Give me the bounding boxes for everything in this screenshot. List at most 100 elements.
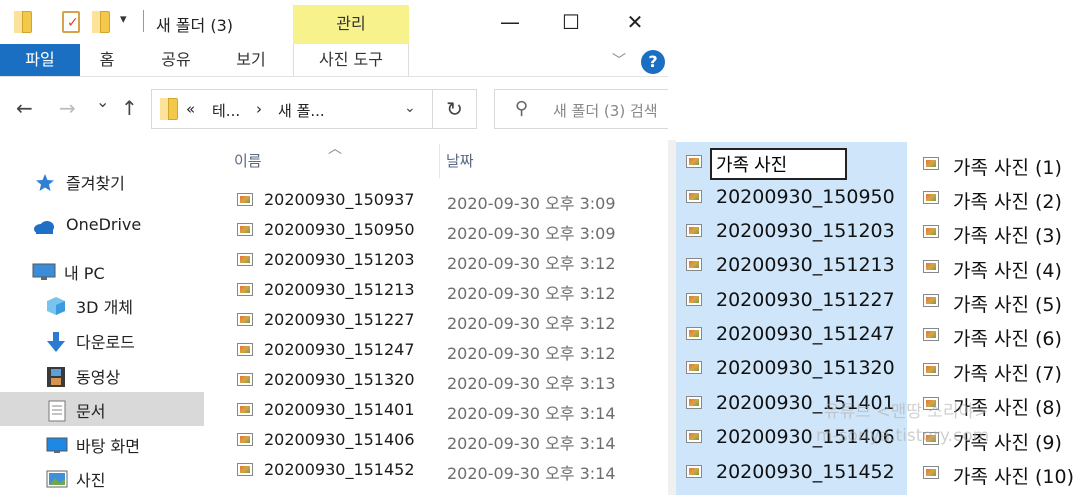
file-name: 20200930_150950 [716, 186, 895, 208]
file-date: 2020-09-30 오후 3:12 [447, 284, 616, 303]
close-button[interactable]: ✕ [605, 0, 665, 44]
renamed-file-row[interactable]: 가족 사진 (1) [907, 146, 1087, 180]
image-file-icon [923, 157, 939, 170]
rename-input[interactable] [710, 148, 847, 180]
file-name: 20200930_151247 [716, 323, 895, 345]
file-explorer-window: ✓ ▾ 새 폴더 (3) 관리 — ☐ ✕ 파일 홈 공유 보기 사진 도구 ﹀… [0, 0, 668, 495]
maximize-button[interactable]: ☐ [541, 0, 601, 44]
sidebar-item-quick-access[interactable]: 즐겨찾기 [0, 164, 204, 198]
column-header-name[interactable]: 이름 [234, 150, 262, 171]
file-name: 20200930_151203 [264, 250, 415, 269]
manage-tab[interactable]: 관리 [293, 5, 409, 44]
quick-access-dropdown[interactable]: ▾ [120, 12, 127, 27]
image-file-icon [686, 155, 702, 168]
image-file-icon [686, 224, 702, 237]
search-placeholder: 새 폴더 (3) 검색 [553, 102, 658, 120]
address-dropdown-icon[interactable]: ⌄ [404, 100, 416, 116]
document-icon [48, 400, 70, 422]
sort-ascending-icon: ︿ [328, 141, 342, 157]
back-button[interactable]: ← [16, 96, 33, 120]
selected-file-row[interactable]: 20200930_151247 [676, 316, 907, 350]
file-name: 가족 사진 (10) [953, 466, 1075, 488]
file-row[interactable]: 20200930_151227 2020-09-30 오후 3:12 [206, 305, 668, 335]
column-divider[interactable] [439, 144, 440, 178]
search-box[interactable]: ⚲ 새 폴더 (3) 검색 [494, 89, 668, 129]
column-header-date[interactable]: 날짜 [446, 150, 474, 171]
forward-button[interactable]: → [59, 96, 76, 120]
pictures-icon [46, 469, 68, 489]
tab-home[interactable]: 홈 [88, 44, 126, 76]
image-file-icon [237, 283, 253, 296]
selected-file-row[interactable] [676, 144, 907, 180]
file-row[interactable]: 20200930_151213 2020-09-30 오후 3:12 [206, 275, 668, 305]
tab-picture-tools[interactable]: 사진 도구 [293, 44, 409, 76]
ribbon-expand-icon[interactable]: ﹀ [612, 50, 626, 70]
file-row[interactable]: 20200930_151203 2020-09-30 오후 3:12 [206, 245, 668, 275]
sidebar-item-desktop[interactable]: 바탕 화면 [0, 427, 204, 461]
file-name: 가족 사진 (2) [953, 191, 1062, 213]
file-name: 가족 사진 (5) [953, 294, 1062, 316]
properties-icon[interactable]: ✓ [62, 11, 80, 33]
watermark: 유튜브 <맨땅 소리야> m-soriya.tistory.com [776, 400, 1076, 448]
file-date: 2020-09-30 오후 3:12 [447, 254, 616, 273]
file-row[interactable]: 20200930_150937 2020-09-30 오후 3:09 [206, 185, 668, 215]
selected-file-row[interactable]: 20200930_151452 [676, 454, 907, 488]
file-date: 2020-09-30 오후 3:12 [447, 314, 616, 333]
renamed-file-row[interactable]: 가족 사진 (6) [907, 317, 1087, 351]
file-row[interactable]: 20200930_151247 2020-09-30 오후 3:12 [206, 335, 668, 365]
breadcrumb-part1[interactable]: 테... [212, 100, 240, 121]
tab-file[interactable]: 파일 [0, 44, 80, 76]
help-icon[interactable]: ? [641, 50, 665, 74]
sidebar-item-onedrive[interactable]: OneDrive [0, 209, 204, 243]
recent-locations-button[interactable]: ⌄ [96, 92, 109, 111]
renamed-file-row[interactable]: 가족 사진 (7) [907, 352, 1087, 386]
file-date: 2020-09-30 오후 3:12 [447, 344, 616, 363]
sidebar-item-this-pc[interactable]: 내 PC [0, 254, 204, 288]
file-row[interactable]: 20200930_151452 2020-09-30 오후 3:14 [206, 455, 668, 485]
tab-share[interactable]: 공유 [152, 44, 200, 76]
renamed-file-row[interactable]: 가족 사진 (3) [907, 214, 1087, 248]
up-button[interactable]: ↑ [121, 96, 138, 120]
sidebar-item-pictures[interactable]: 사진 [0, 461, 204, 495]
breadcrumb-part2[interactable]: 새 폴... [278, 100, 325, 121]
navigation-bar: ← → ⌄ ↑ « 테... › 새 폴... ⌄ ↻ ⚲ 새 폴더 (3) 검… [0, 78, 668, 140]
selected-file-row[interactable]: 20200930_151213 [676, 247, 907, 281]
folder-icon[interactable] [14, 11, 32, 33]
film-icon [46, 366, 68, 387]
file-name: 20200930_150937 [264, 190, 415, 209]
refresh-button[interactable]: ↻ [433, 89, 477, 129]
minimize-button[interactable]: — [480, 0, 540, 44]
file-name: 20200930_151452 [264, 460, 415, 479]
panel-divider [668, 140, 676, 495]
sidebar-item-label: 다운로드 [76, 333, 135, 352]
selected-file-row[interactable]: 20200930_151320 [676, 350, 907, 384]
selected-file-row[interactable]: 20200930_150950 [676, 179, 907, 213]
image-file-icon [237, 433, 253, 446]
file-row[interactable]: 20200930_151406 2020-09-30 오후 3:14 [206, 425, 668, 455]
file-name: 20200930_151401 [264, 400, 415, 419]
file-row[interactable]: 20200930_151320 2020-09-30 오후 3:13 [206, 365, 668, 395]
sidebar-item-videos[interactable]: 동영상 [0, 358, 204, 392]
renamed-file-row[interactable]: 가족 사진 (4) [907, 249, 1087, 283]
selected-file-row[interactable]: 20200930_151227 [676, 282, 907, 316]
sidebar-item-downloads[interactable]: 다운로드 [0, 323, 204, 357]
image-file-icon [686, 190, 702, 203]
sidebar-item-label: 3D 개체 [76, 298, 134, 317]
image-file-icon [237, 223, 253, 236]
image-file-icon [237, 403, 253, 416]
file-row[interactable]: 20200930_151401 2020-09-30 오후 3:14 [206, 395, 668, 425]
image-file-icon [686, 396, 702, 409]
selected-file-row[interactable]: 20200930_151203 [676, 213, 907, 247]
breadcrumb-separator[interactable]: › [256, 100, 262, 118]
address-bar[interactable]: « 테... › 새 폴... ⌄ [151, 89, 433, 129]
address-overflow[interactable]: « [186, 100, 195, 118]
sidebar-item-documents[interactable]: 문서 [0, 392, 204, 426]
sidebar-item-3d-objects[interactable]: 3D 개체 [0, 288, 204, 322]
renamed-file-row[interactable]: 가족 사진 (5) [907, 283, 1087, 317]
tab-view[interactable]: 보기 [226, 44, 276, 76]
new-folder-icon[interactable] [92, 11, 110, 33]
file-row[interactable]: 20200930_150950 2020-09-30 오후 3:09 [206, 215, 668, 245]
renamed-file-row[interactable]: 가족 사진 (2) [907, 180, 1087, 214]
sidebar-item-label: OneDrive [66, 215, 142, 234]
renamed-file-row[interactable]: 가족 사진 (10) [907, 455, 1087, 489]
